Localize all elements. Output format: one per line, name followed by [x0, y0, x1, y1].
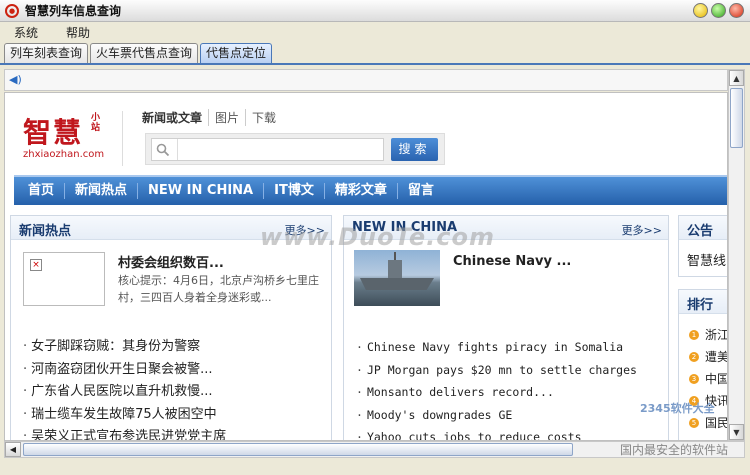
broken-image[interactable]: × — [23, 252, 105, 306]
scroll-thumb[interactable] — [730, 88, 743, 148]
logo-url: zhxiaozhan.com — [23, 149, 105, 160]
search-tab-images[interactable]: 图片 — [208, 109, 245, 126]
panel-title: 公告 — [687, 224, 714, 239]
window-title: 智慧列车信息查询 — [25, 4, 122, 18]
search-category-tabs: 新闻或文章 图片 下载 — [142, 109, 282, 126]
navy-ship-image[interactable] — [354, 250, 440, 306]
panel-header: 排行 — [679, 290, 727, 314]
feature-headline[interactable]: 村委会组织数百... — [118, 252, 224, 271]
info-strip: ◀) — [4, 69, 728, 91]
title-bar: ● 智慧列车信息查询 — [0, 0, 750, 22]
scroll-up-icon[interactable]: ▲ — [729, 70, 744, 86]
search-separator — [177, 139, 178, 160]
panel-title: 新闻热点 — [19, 224, 72, 239]
minimize-button[interactable] — [693, 3, 708, 18]
news-list: Chinese Navy fights piracy in Somalia JP… — [356, 336, 637, 440]
close-button[interactable] — [729, 3, 744, 18]
tab-strip: 列车刻表查询 火车票代售点查询 代售点定位 — [4, 43, 273, 63]
train-logo-icon: ● — [5, 3, 19, 18]
list-item[interactable]: 3 中国 — [689, 368, 727, 390]
list-item[interactable]: 河南盗窃团伙开生日聚会被警... — [23, 359, 226, 382]
feature-headline[interactable]: Chinese Navy ... — [453, 254, 571, 269]
search-button[interactable]: 搜索 — [391, 138, 438, 161]
nav-articles[interactable]: 精彩文章 — [323, 183, 397, 199]
feature-summary: 核心提示：4月6日，北京卢沟桥乡七里庄村，三四百人身着全身迷彩或... — [118, 274, 319, 304]
list-item[interactable]: Chinese Navy fights piracy in Somalia — [356, 336, 637, 359]
scroll-left-icon[interactable]: ◀ — [5, 442, 21, 457]
list-item[interactable]: 吴荣义正式宣布参选民进党党主席 — [23, 426, 226, 440]
more-link[interactable]: 更多>> — [622, 222, 662, 238]
nav-it-blog[interactable]: IT博文 — [263, 183, 324, 199]
list-item[interactable]: 女子脚踩窃贼：其身份为警察 — [23, 336, 226, 359]
list-item[interactable]: JP Morgan pays $20 mn to settle charges — [356, 359, 637, 382]
ranking-list: 1 浙江 2 遭美 3 中国 4 快讯 5 国民 — [689, 324, 727, 434]
status-bar — [0, 458, 750, 475]
search-icon — [156, 143, 170, 157]
nav-hot-news[interactable]: 新闻热点 — [64, 183, 137, 199]
list-item[interactable]: Moody's downgrades GE — [356, 404, 637, 427]
logo-divider — [122, 111, 123, 166]
menu-help[interactable]: 帮助 — [62, 24, 94, 41]
scroll-thumb[interactable] — [23, 443, 573, 456]
rank-badge-icon: 3 — [689, 374, 699, 384]
rank-badge-icon: 5 — [689, 418, 699, 428]
broken-image-icon: × — [30, 259, 42, 271]
list-item[interactable]: 1 浙江 — [689, 324, 727, 346]
scroll-down-icon[interactable]: ▼ — [729, 424, 744, 440]
main-nav: 首页 新闻热点 NEW IN CHINA IT博文 精彩文章 留言 — [14, 175, 727, 205]
site-logo[interactable]: 智慧 小站 zhxiaozhan.com — [23, 111, 113, 166]
logo-small-text: 小站 — [91, 113, 101, 133]
list-item[interactable]: Yahoo cuts jobs to reduce costs — [356, 426, 637, 440]
nav-home[interactable]: 首页 — [14, 183, 64, 199]
tab-ticket-agency[interactable]: 火车票代售点查询 — [90, 43, 199, 63]
list-item[interactable]: 2 遭美 — [689, 346, 727, 368]
menu-system[interactable]: 系统 — [10, 24, 42, 41]
panel-ranking: 排行 1 浙江 2 遭美 3 中国 4 快讯 5 国民 — [678, 289, 727, 440]
list-item[interactable]: Monsanto delivers record... — [356, 381, 637, 404]
list-item[interactable]: 瑞士缆车发生故障75人被困空中 — [23, 404, 226, 427]
watermark: www.DuoTe.com — [260, 223, 495, 251]
nav-new-in-china[interactable]: NEW IN CHINA — [137, 183, 263, 199]
rank-badge-icon: 1 — [689, 330, 699, 340]
watermark-logo: 2345软件大全 — [640, 402, 715, 415]
search-tab-news[interactable]: 新闻或文章 — [142, 109, 208, 126]
menu-bar: 系统 帮助 — [0, 22, 750, 42]
vertical-scrollbar[interactable]: ▲ ▼ — [728, 69, 745, 441]
watermark-bottom: 国内最安全的软件站 — [620, 443, 729, 457]
notice-text[interactable]: 智慧线 — [687, 250, 726, 269]
search-box: 搜索 — [145, 133, 445, 165]
search-input[interactable] — [151, 138, 384, 161]
panel-header: 公告 — [679, 216, 727, 240]
web-viewport: 智慧 小站 zhxiaozhan.com 新闻或文章 图片 下载 搜索 首页 新… — [4, 92, 728, 441]
tab-train-schedule[interactable]: 列车刻表查询 — [4, 43, 89, 63]
tab-underline — [0, 63, 750, 65]
news-list: 女子脚踩窃贼：其身份为警察 河南盗窃团伙开生日聚会被警... 广东省人民医院以直… — [23, 336, 226, 440]
rank-badge-icon: 2 — [689, 352, 699, 362]
list-item[interactable]: 广东省人民医院以直升机救慢... — [23, 381, 226, 404]
nav-guestbook[interactable]: 留言 — [396, 183, 444, 199]
panel-title: 排行 — [687, 298, 714, 313]
maximize-button[interactable] — [711, 3, 726, 18]
search-tab-downloads[interactable]: 下载 — [245, 109, 282, 126]
panel-notice: 公告 智慧线 — [678, 215, 727, 277]
tab-agency-location[interactable]: 代售点定位 — [200, 43, 273, 63]
speaker-icon[interactable]: ◀) — [9, 74, 22, 85]
